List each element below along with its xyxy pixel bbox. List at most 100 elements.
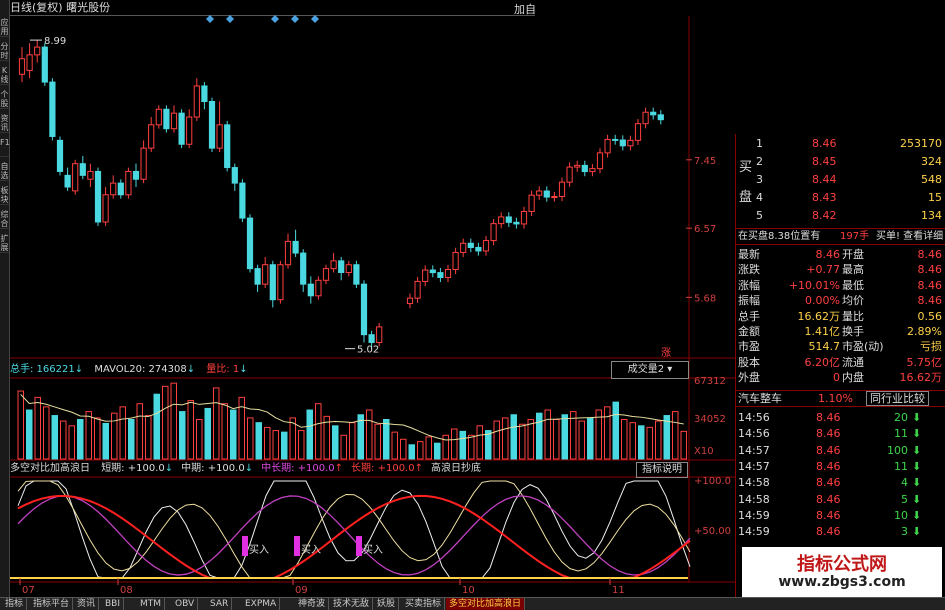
volume-bar — [544, 409, 551, 460]
bottom-tab[interactable]: 妖股 — [374, 598, 400, 610]
volume-bar — [264, 426, 271, 460]
candle-body — [498, 216, 505, 225]
volume-bar — [204, 407, 211, 460]
tick-volume: 4 — [901, 476, 908, 490]
alert-text: 在买盘8.38位置有 — [738, 231, 821, 242]
stat-value: 16.62万 — [899, 371, 943, 385]
tick-price: 8.46 — [816, 492, 841, 506]
event-diamond-icon[interactable] — [291, 15, 299, 23]
bid-volume: 548 — [921, 173, 942, 186]
left-tab[interactable]: 综合 — [0, 210, 9, 229]
candle-body — [581, 164, 588, 173]
bottom-tab[interactable]: 资讯 — [74, 598, 100, 610]
volume-bar — [510, 414, 517, 460]
event-diamond-icon[interactable] — [311, 15, 319, 23]
volume-bar — [638, 425, 645, 460]
volume-bar — [332, 425, 339, 460]
volume-bar — [170, 382, 177, 460]
volume-bar — [187, 400, 194, 460]
order-alert-bar[interactable]: 在买盘8.38位置有 197手 买单! 查看详细 — [736, 228, 945, 245]
candle-body — [634, 123, 642, 141]
bid-row[interactable]: 3 8.44 548 — [736, 172, 945, 187]
candle-body — [642, 111, 649, 125]
bottom-tab[interactable]: 神奇波 — [295, 598, 330, 610]
stat-value: +0.77 — [806, 263, 840, 277]
left-tab[interactable]: 分时 — [0, 42, 9, 61]
sector-name: 汽车整车 — [738, 392, 782, 405]
tick-volume: 100 — [887, 443, 908, 457]
bottom-tab[interactable]: 买卖指标 — [402, 598, 446, 610]
left-tab[interactable]: F10 — [0, 138, 9, 157]
candle-body — [94, 170, 102, 223]
candle-body — [140, 147, 147, 180]
bottom-tab[interactable]: SAR — [207, 598, 233, 610]
volume-bar — [527, 419, 534, 460]
tick-time: 14:58 — [738, 492, 770, 506]
bottom-tab[interactable]: EXPMA — [242, 598, 281, 610]
left-tab[interactable]: 自选 — [0, 162, 9, 181]
volume-bar — [663, 415, 670, 460]
volume-bar — [26, 409, 33, 460]
buy-signal-label: 买入 — [363, 544, 383, 556]
stat-value: 5.75亿 — [906, 355, 943, 369]
left-tab[interactable]: 板块 — [0, 186, 9, 205]
indicator-value: 高浪日抄底 — [431, 463, 481, 474]
bid-row[interactable]: 4 8.43 15 — [736, 190, 945, 205]
tick-volume: 5 — [901, 492, 908, 506]
candle-body — [475, 246, 482, 252]
tick-price: 8.46 — [816, 427, 841, 441]
candle-body — [627, 139, 634, 147]
bottom-tab[interactable]: MTM — [137, 598, 166, 610]
bottom-tab[interactable]: 技术无敌 — [330, 598, 374, 610]
volume-bar — [162, 385, 169, 460]
left-tab[interactable]: 扩展 — [0, 234, 9, 253]
indicator-help-button[interactable]: 指标说明 — [636, 462, 688, 478]
bottom-tab[interactable]: 多空对比加高浪日 — [446, 598, 526, 610]
candle-body — [178, 112, 185, 145]
event-diamond-icon[interactable] — [271, 15, 279, 23]
candle-body — [353, 264, 360, 285]
buy-signal-bar — [294, 536, 300, 556]
left-tab[interactable]: K线 — [0, 66, 9, 85]
candle-body — [536, 190, 543, 196]
stat-key: 市盈(动) — [842, 340, 884, 354]
stat-value: 8.46 — [815, 248, 841, 261]
left-tab[interactable]: 个股 — [0, 90, 9, 109]
event-diamond-icon[interactable] — [206, 15, 214, 23]
left-tab[interactable]: 资讯 — [0, 114, 9, 133]
quote-stat-row: 振幅 0.00% 均价 8.46 — [736, 293, 945, 308]
candle-body — [467, 242, 474, 248]
bottom-tab[interactable]: 指标 — [2, 598, 28, 610]
bottom-tab[interactable]: BBI — [102, 598, 125, 610]
candle-body — [315, 279, 322, 297]
chart-canvas[interactable]: 7.45 6.57 5.68 8.99 5.02 涨 67312 34052 X10 买入 买入 买入… — [10, 0, 735, 597]
candle-body — [110, 182, 117, 196]
tick-row: 14:56 8.46 11 ⬇ — [736, 426, 945, 441]
volume-indicator-select[interactable]: 成交量2 ▾ — [611, 361, 689, 379]
stat-value: 0 — [833, 371, 840, 385]
bid-row[interactable]: 5 8.42 134 — [736, 208, 945, 223]
sector-row[interactable]: 汽车整车 1.10% 同行业比较 — [736, 390, 945, 407]
bid-row[interactable]: 2 8.45 324 — [736, 154, 945, 169]
volume-bar — [680, 430, 687, 460]
event-diamond-icon[interactable] — [226, 15, 234, 23]
volume-bar — [451, 428, 458, 460]
candle-body — [490, 223, 497, 242]
left-tab[interactable]: 应用 — [0, 18, 9, 37]
volume-bar — [213, 387, 220, 460]
candle-body — [414, 280, 421, 299]
indicator-arrow: ↓ — [244, 463, 254, 474]
bottom-tab[interactable]: 指标平台 — [30, 598, 74, 610]
candle-body — [239, 182, 246, 219]
volume-bar — [77, 419, 84, 460]
quote-stat-row: 最新 8.46 开盘 8.46 — [736, 247, 945, 262]
volume-bar — [298, 430, 305, 460]
candle-body — [429, 269, 436, 274]
bid-side-label: 盘 — [739, 190, 753, 205]
bid-row[interactable]: 1 8.46 253170 — [736, 136, 945, 151]
volume-bar — [306, 409, 313, 460]
bottom-tab[interactable]: OBV — [172, 598, 199, 610]
volume-bar — [459, 430, 466, 460]
volume-bar — [357, 414, 364, 460]
volume-bar — [340, 434, 347, 460]
